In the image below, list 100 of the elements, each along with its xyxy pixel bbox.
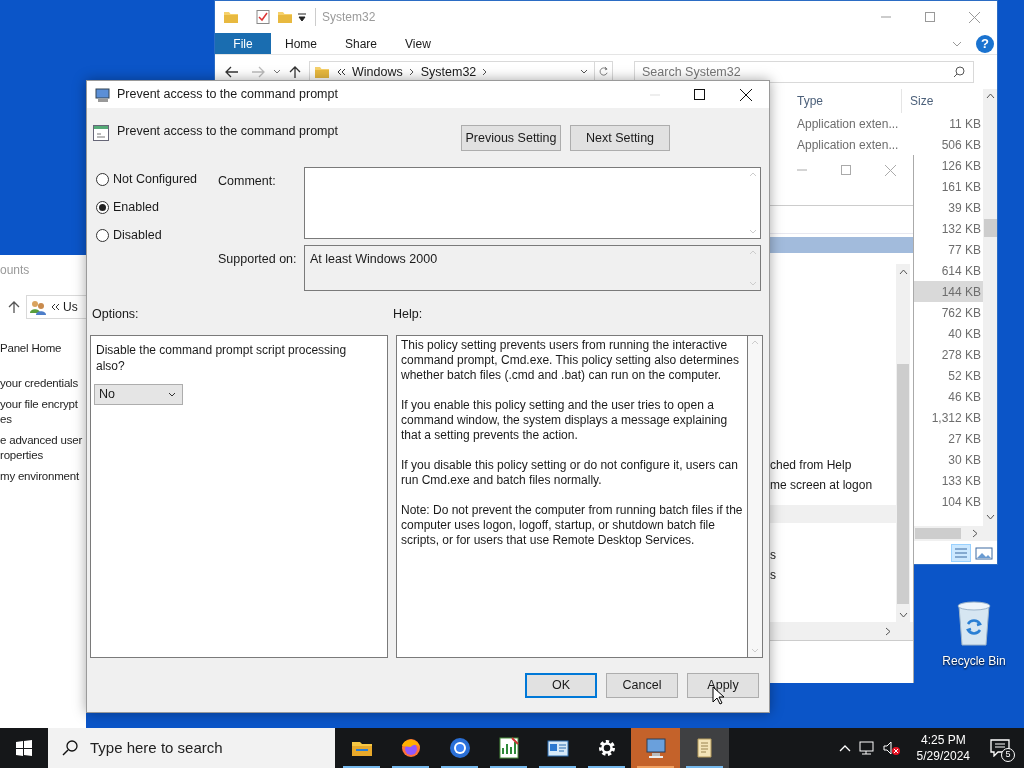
running-indicator	[539, 766, 576, 768]
back-icon[interactable]	[225, 66, 239, 78]
option-text: Disable the command prompt script processing also?	[96, 342, 348, 374]
running-indicator	[343, 766, 380, 768]
table-cell-text: 126 KB	[940, 157, 982, 175]
table-cell: Application exten...	[797, 116, 899, 131]
customize-icon[interactable]	[297, 12, 307, 22]
scroll-down-icon	[751, 648, 759, 653]
breadcrumb[interactable]: Windows	[352, 62, 403, 82]
breadcrumb[interactable]: Us	[63, 298, 78, 316]
comment-field[interactable]	[304, 167, 761, 239]
taskbar-search-field[interactable]: Type here to search	[48, 728, 335, 768]
table-cell-text: 39 KB	[947, 199, 982, 217]
section-label: Options:	[91, 306, 140, 321]
column-header[interactable]: Type	[789, 89, 901, 113]
clock[interactable]: 4:25 PM 5/29/2024	[910, 732, 976, 764]
window-title: ounts	[0, 263, 31, 277]
scroll-down-icon[interactable]	[898, 612, 908, 618]
nav-button[interactable]: Next Setting	[570, 125, 670, 151]
folder-icon	[314, 64, 330, 80]
list-text: ched from Help	[770, 457, 853, 474]
computer-icon	[643, 736, 668, 760]
desktop-icon[interactable]: Recycle Bin	[938, 600, 1010, 670]
scroll-down-icon	[749, 281, 757, 286]
dialog-button[interactable]: OK	[525, 673, 597, 698]
dropdown-icon	[168, 392, 176, 397]
task-link[interactable]: your credentials	[0, 376, 86, 391]
scroll-up-icon	[751, 340, 759, 345]
list-text: s	[770, 547, 777, 564]
overflow-icon[interactable]	[50, 303, 60, 311]
setting-name: Prevent access to the command prompt	[117, 123, 338, 140]
search-icon[interactable]	[953, 66, 965, 78]
list-text: s	[770, 567, 777, 584]
radio-button[interactable]	[96, 228, 109, 242]
scrollbar-thumb[interactable]	[915, 528, 961, 539]
field-label: Supported on:	[218, 251, 298, 268]
up-icon[interactable]	[8, 300, 20, 314]
dialog-button[interactable]: Cancel	[606, 673, 678, 698]
ribbon-tab[interactable]: View	[391, 33, 445, 54]
supported-value: At least Windows 2000	[310, 252, 438, 266]
task-link[interactable]: my environment	[0, 469, 86, 484]
option-dropdown[interactable]: No	[94, 384, 183, 405]
horizontal-scrollbar[interactable]	[770, 622, 913, 640]
task-link[interactable]: your file encrypt es	[0, 397, 86, 427]
vertical-scrollbar[interactable]	[896, 264, 910, 622]
radio-option[interactable]: Disabled	[96, 227, 218, 243]
scroll-up-icon[interactable]	[985, 93, 995, 99]
table-cell-text: 11 KB	[948, 115, 982, 133]
help-paragraph: If you enable this policy setting and the user tries to open a command window, the system displays a message explaining that a setting prevents the action.	[401, 398, 729, 443]
scroll-down-icon[interactable]	[985, 514, 995, 520]
running-indicator	[490, 766, 527, 768]
close-icon[interactable]	[740, 88, 752, 101]
overflow-icon[interactable]	[336, 68, 346, 76]
muted-speaker-icon[interactable]	[882, 740, 901, 756]
ribbon-tab[interactable]: Share	[331, 33, 392, 54]
table-cell-text: 40 KB	[947, 325, 982, 343]
file-menu-button[interactable]: File	[215, 33, 271, 54]
running-indicator	[637, 766, 674, 768]
dropdown-icon[interactable]	[580, 69, 588, 75]
vertical-scrollbar[interactable]	[983, 89, 997, 541]
chart-icon	[496, 736, 521, 760]
scroll-right-icon[interactable]	[972, 529, 978, 538]
notifications-button[interactable]: 5	[976, 728, 1024, 768]
dialog-button[interactable]: Apply	[687, 673, 759, 698]
policy-icon	[93, 125, 109, 141]
app-icon	[95, 86, 111, 103]
help-paragraph: If you disable this policy setting or do not configure it, users can run Cmd.exe and batch files normally.	[401, 458, 739, 488]
running-indicator	[686, 766, 723, 768]
task-link[interactable]: e advanced user roperties	[0, 433, 86, 463]
scrollbar-thumb[interactable]	[897, 364, 909, 604]
address-bar[interactable]: Us	[26, 295, 86, 319]
chevron-icon[interactable]	[408, 68, 415, 76]
windows-logo-icon	[16, 740, 32, 756]
table-cell-text: 144 KB	[940, 283, 982, 301]
large-icons-view-icon[interactable]	[975, 545, 993, 560]
network-icon[interactable]	[858, 740, 877, 756]
scroll-right-icon[interactable]	[885, 626, 891, 636]
ribbon-tab[interactable]: Home	[271, 33, 331, 54]
radio-option[interactable]: Enabled	[96, 199, 218, 215]
recent-locations-icon[interactable]	[273, 69, 281, 75]
breadcrumb[interactable]: System32	[420, 62, 477, 82]
icon-label: Recycle Bin	[942, 653, 1006, 670]
task-link[interactable]: Panel Home	[0, 341, 86, 356]
help-paragraph: This policy setting prevents users from running the interactive command prompt, Cmd.exe. This policy setting also determines whether batch files (.cmd and .bat) can run on the computer.	[401, 338, 740, 383]
table-cell-text: 506 KB	[940, 136, 982, 154]
running-indicator	[588, 766, 625, 768]
properties-icon[interactable]	[255, 9, 271, 25]
up-icon[interactable]	[289, 65, 301, 79]
list-text: me screen at logon	[770, 477, 874, 494]
maximize-icon[interactable]	[694, 89, 705, 100]
show-hidden-icons-icon[interactable]	[838, 744, 851, 752]
expand-ribbon-icon[interactable]	[952, 40, 962, 47]
nav-button[interactable]: Previous Setting	[461, 125, 561, 151]
chevron-icon[interactable]	[482, 68, 489, 76]
radio-button[interactable]	[96, 172, 109, 186]
radio-option[interactable]: Not Configured	[96, 171, 218, 187]
help-icon[interactable]: ?	[976, 34, 994, 53]
scroll-up-icon[interactable]	[898, 269, 908, 275]
scrollbar-thumb[interactable]	[984, 219, 997, 237]
radio-button[interactable]	[96, 200, 109, 214]
